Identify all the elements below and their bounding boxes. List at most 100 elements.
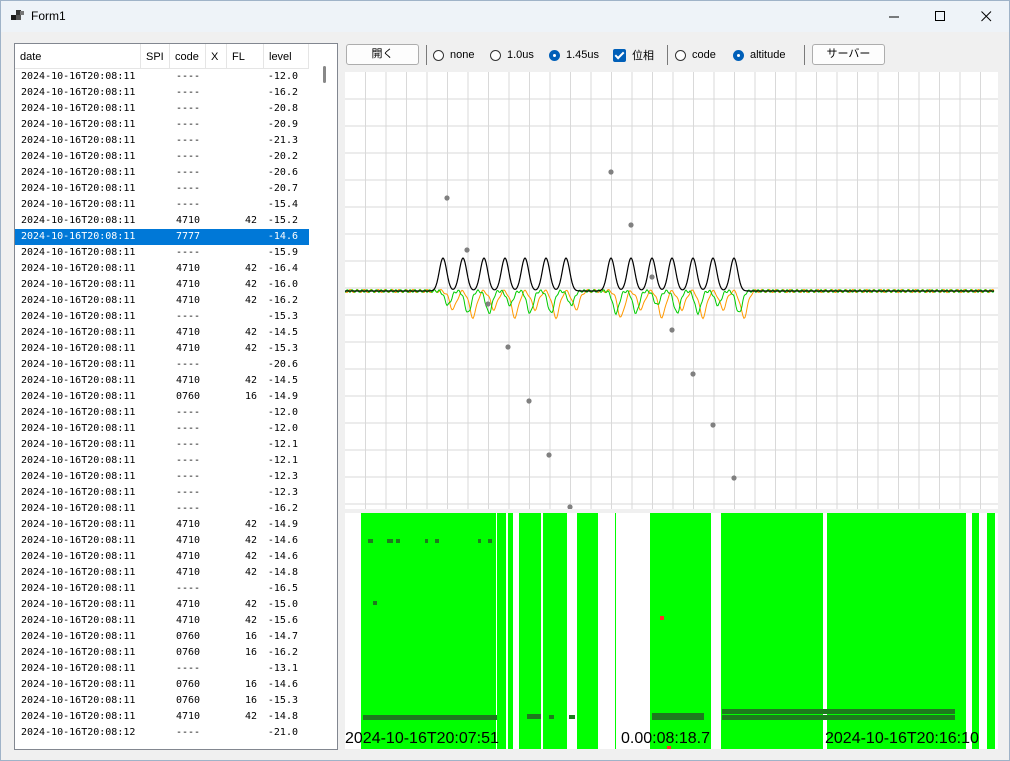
- cell-code: ----: [176, 167, 201, 178]
- table-row[interactable]: 2024-10-16T20:08:11 4710 42 -16.4: [15, 261, 309, 277]
- cell-level: -14.6: [267, 679, 298, 690]
- table-row[interactable]: 2024-10-16T20:08:11 4710 42 -14.5: [15, 325, 309, 341]
- table-row[interactable]: 2024-10-16T20:08:11 ---- -12.0: [15, 405, 309, 421]
- table-row[interactable]: 2024-10-16T20:08:11 4710 42 -14.8: [15, 565, 309, 581]
- table-row[interactable]: 2024-10-16T20:08:11 4710 42 -14.6: [15, 549, 309, 565]
- table-row[interactable]: 2024-10-16T20:08:11 ---- -15.3: [15, 309, 309, 325]
- cell-code: ----: [176, 359, 201, 370]
- cell-code: 4710: [176, 519, 201, 530]
- table-row[interactable]: 2024-10-16T20:08:11 ---- -16.5: [15, 581, 309, 597]
- table-row[interactable]: 2024-10-16T20:08:11 ---- -12.1: [15, 437, 309, 453]
- table-row[interactable]: 2024-10-16T20:08:11 ---- -13.1: [15, 661, 309, 677]
- table-row[interactable]: 2024-10-16T20:08:11 ---- -12.0: [15, 69, 309, 85]
- radio-code[interactable]: code: [675, 44, 716, 66]
- table-row[interactable]: 2024-10-16T20:08:11 4710 42 -14.6: [15, 533, 309, 549]
- table-row[interactable]: 2024-10-16T20:08:11 0760 16 -16.2: [15, 645, 309, 661]
- table-row[interactable]: 2024-10-16T20:08:11 ---- -15.4: [15, 197, 309, 213]
- table-row[interactable]: 2024-10-16T20:08:11 4710 42 -14.8: [15, 709, 309, 725]
- cell-level: -14.6: [267, 231, 298, 242]
- cell-code: 4710: [176, 295, 201, 306]
- table-row[interactable]: 2024-10-16T20:08:11 ---- -16.2: [15, 85, 309, 101]
- column-header-x[interactable]: X: [206, 44, 227, 68]
- list-scrollbar[interactable]: [310, 44, 337, 749]
- cell-date: 2024-10-16T20:08:11: [21, 71, 136, 82]
- table-row[interactable]: 2024-10-16T20:08:11 4710 42 -15.3: [15, 341, 309, 357]
- radio-1-0us-indicator: [490, 49, 501, 61]
- waveform-scope[interactable]: [345, 72, 998, 509]
- timeline-track-bar: [363, 715, 497, 720]
- table-row[interactable]: 2024-10-16T20:08:11 ---- -20.6: [15, 165, 309, 181]
- table-row[interactable]: 2024-10-16T20:08:11 ---- -20.2: [15, 149, 309, 165]
- cell-code: 4710: [176, 343, 201, 354]
- radio-none[interactable]: none: [433, 44, 474, 66]
- table-row[interactable]: 2024-10-16T20:08:11 ---- -20.8: [15, 101, 309, 117]
- timeline-cursor-label: 0.00:08:18.7: [621, 730, 710, 747]
- open-button[interactable]: 開く: [346, 44, 419, 65]
- cell-date: 2024-10-16T20:08:11: [21, 375, 136, 386]
- table-row[interactable]: 2024-10-16T20:08:11 ---- -12.1: [15, 453, 309, 469]
- table-row[interactable]: 2024-10-16T20:08:11 0760 16 -14.9: [15, 389, 309, 405]
- cell-level: -16.2: [267, 295, 298, 306]
- cell-date: 2024-10-16T20:08:11: [21, 583, 136, 594]
- table-row[interactable]: 2024-10-16T20:08:11 4710 42 -15.6: [15, 613, 309, 629]
- table-row[interactable]: 2024-10-16T20:08:12 ---- -21.0: [15, 725, 309, 741]
- phase-checkbox[interactable]: 位相: [613, 44, 654, 66]
- phase-sample-dot: [546, 452, 552, 458]
- cell-date: 2024-10-16T20:08:11: [21, 535, 136, 546]
- server-button[interactable]: サーバー: [812, 44, 885, 65]
- column-header-code[interactable]: code: [170, 44, 206, 68]
- phase-sample-dot: [690, 371, 696, 377]
- cell-level: -12.0: [267, 407, 298, 418]
- radio-1-45us[interactable]: 1.45us: [549, 44, 599, 66]
- phase-sample-dot: [608, 169, 614, 175]
- table-row[interactable]: 2024-10-16T20:08:11 0760 16 -15.3: [15, 693, 309, 709]
- table-row[interactable]: 2024-10-16T20:08:11 ---- -12.3: [15, 469, 309, 485]
- table-row[interactable]: 2024-10-16T20:08:11 4710 42 -14.5: [15, 373, 309, 389]
- table-row[interactable]: 2024-10-16T20:08:11 ---- -12.0: [15, 421, 309, 437]
- cell-fl: 42: [244, 263, 257, 274]
- minimize-button[interactable]: [871, 1, 917, 32]
- cell-code: 4710: [176, 215, 201, 226]
- table-row[interactable]: 2024-10-16T20:08:11 0760 16 -14.6: [15, 677, 309, 693]
- column-header-fl[interactable]: FL: [227, 44, 264, 68]
- cell-level: -15.4: [267, 199, 298, 210]
- cell-level: -15.3: [267, 311, 298, 322]
- table-row[interactable]: 2024-10-16T20:08:11 0760 16 -14.7: [15, 629, 309, 645]
- phase-trace-green: [345, 288, 995, 316]
- message-list[interactable]: date SPI code X FL level 2024-10-16T20:0…: [14, 43, 338, 750]
- table-row[interactable]: 2024-10-16T20:08:11 ---- -16.2: [15, 501, 309, 517]
- cell-date: 2024-10-16T20:08:11: [21, 167, 136, 178]
- cell-level: -15.3: [267, 343, 298, 354]
- column-header-level[interactable]: level: [264, 44, 309, 68]
- table-row[interactable]: 2024-10-16T20:08:11 4710 42 -16.2: [15, 293, 309, 309]
- phase-sample-dot: [526, 398, 532, 404]
- cell-level: -16.2: [267, 647, 298, 658]
- title-bar[interactable]: Form1: [1, 1, 1009, 32]
- radio-code-indicator: [675, 49, 686, 61]
- column-header-date[interactable]: date: [15, 44, 141, 68]
- cell-code: ----: [176, 455, 201, 466]
- cell-code: ----: [176, 135, 201, 146]
- table-row[interactable]: 2024-10-16T20:08:11 ---- -15.9: [15, 245, 309, 261]
- radio-altitude[interactable]: altitude: [733, 44, 785, 66]
- table-row[interactable]: 2024-10-16T20:08:11 4710 42 -14.9: [15, 517, 309, 533]
- close-button[interactable]: [963, 1, 1009, 32]
- cell-date: 2024-10-16T20:08:11: [21, 647, 136, 658]
- radio-1-0us[interactable]: 1.0us: [490, 44, 534, 66]
- table-row[interactable]: 2024-10-16T20:08:11 7777 -14.6: [15, 229, 309, 245]
- table-row[interactable]: 2024-10-16T20:08:11 4710 42 -16.0: [15, 277, 309, 293]
- maximize-button[interactable]: [917, 1, 963, 32]
- table-row[interactable]: 2024-10-16T20:08:11 ---- -20.6: [15, 357, 309, 373]
- table-row[interactable]: 2024-10-16T20:08:11 4710 42 -15.2: [15, 213, 309, 229]
- scrollbar-thumb[interactable]: [323, 66, 326, 83]
- table-row[interactable]: 2024-10-16T20:08:11 ---- -21.3: [15, 133, 309, 149]
- table-row[interactable]: 2024-10-16T20:08:11 4710 42 -15.0: [15, 597, 309, 613]
- table-row[interactable]: 2024-10-16T20:08:11 ---- -20.7: [15, 181, 309, 197]
- cell-level: -14.5: [267, 327, 298, 338]
- table-row[interactable]: 2024-10-16T20:08:11 ---- -20.9: [15, 117, 309, 133]
- cell-level: -14.6: [267, 535, 298, 546]
- timeline-track[interactable]: [345, 513, 998, 749]
- column-header-spi[interactable]: SPI: [141, 44, 170, 68]
- timeline-panel[interactable]: 2024-10-16T20:07:51 0.00:08:18.7 2024-10…: [345, 513, 998, 749]
- table-row[interactable]: 2024-10-16T20:08:11 ---- -12.3: [15, 485, 309, 501]
